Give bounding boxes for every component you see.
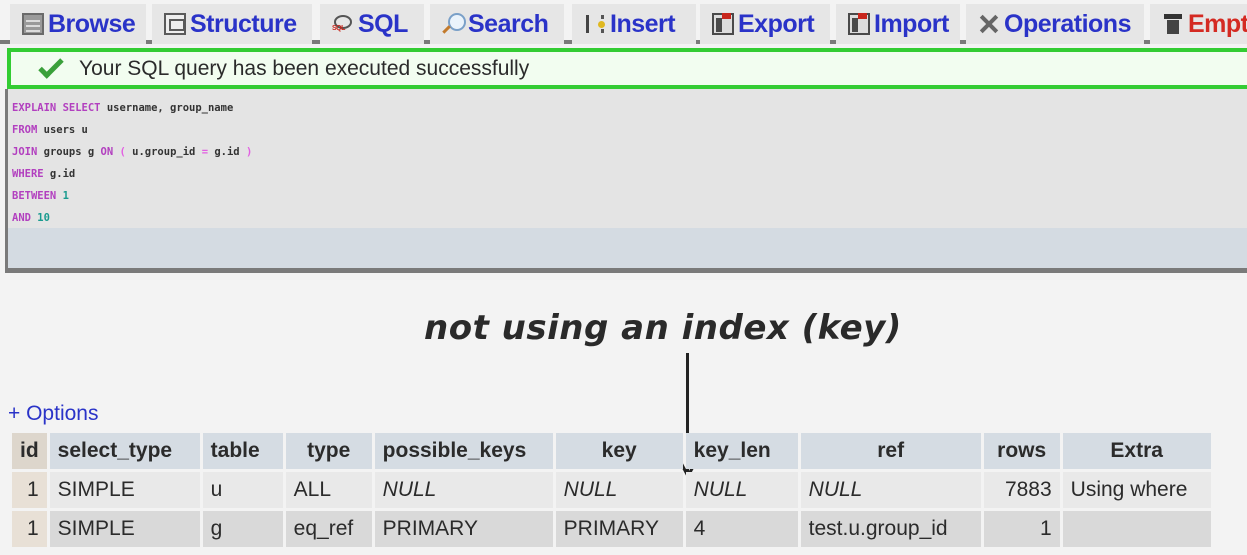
- column-header-id[interactable]: id: [12, 433, 47, 469]
- sql-line: FROM users u: [12, 119, 252, 141]
- sql-line: WHERE g.id: [12, 163, 252, 185]
- tab-operations[interactable]: Operations: [966, 4, 1144, 44]
- column-header-key-len[interactable]: key_len: [685, 433, 798, 469]
- insert-icon: [584, 13, 606, 35]
- search-icon: [442, 13, 466, 35]
- tab-sql[interactable]: SQL: [320, 4, 424, 44]
- cell-table: u: [202, 472, 283, 508]
- structure-icon: [164, 13, 186, 35]
- table-row: 1 SIMPLE g eq_ref PRIMARY PRIMARY 4 test.u.grou…: [12, 511, 1211, 547]
- cell-key: NULL: [555, 472, 683, 508]
- cell-id: 1: [12, 472, 47, 508]
- sql-line: EXPLAIN SELECT username, group_name: [12, 97, 252, 119]
- tab-browse[interactable]: Browse: [10, 4, 146, 44]
- sql-keyword: EXPLAIN SELECT: [12, 102, 101, 114]
- tab-label: Import: [874, 9, 949, 38]
- sql-token: users u: [37, 124, 88, 136]
- column-header-ref[interactable]: ref: [800, 433, 981, 469]
- table-row: 1 SIMPLE u ALL NULL NULL NULL NULL 7883 Using whe…: [12, 472, 1211, 508]
- export-icon: [712, 13, 734, 35]
- sql-token: username, group_name: [100, 102, 234, 114]
- sql-query-box: EXPLAIN SELECT username, group_name FROM …: [5, 89, 1247, 273]
- tab-label: Insert: [610, 9, 676, 38]
- sql-code: EXPLAIN SELECT username, group_name FROM …: [12, 97, 252, 229]
- options-link[interactable]: + Options: [8, 402, 98, 426]
- tab-insert[interactable]: Insert: [572, 4, 696, 44]
- success-message: Your SQL query has been executed success…: [7, 48, 1247, 89]
- tab-search[interactable]: Search: [430, 4, 564, 44]
- cell-rows: 7883: [983, 472, 1060, 508]
- sql-keyword: JOIN: [12, 146, 38, 158]
- cell-key-len: NULL: [685, 472, 798, 508]
- cell-select-type: SIMPLE: [49, 511, 200, 547]
- cell-id: 1: [12, 511, 47, 547]
- sql-number: 10: [30, 212, 50, 224]
- operations-icon: [978, 13, 1000, 35]
- table-header-row: id select_type table type possible_keys …: [12, 433, 1211, 469]
- cell-ref: NULL: [800, 472, 981, 508]
- column-header-key[interactable]: key: [555, 433, 683, 469]
- explain-results-table: id select_type table type possible_keys …: [9, 430, 1214, 550]
- cell-key-len: 4: [685, 511, 798, 547]
- cell-ref: test.u.group_id: [800, 511, 981, 547]
- cell-extra: [1062, 511, 1211, 547]
- sql-keyword: WHERE: [12, 168, 44, 180]
- sql-number: 1: [56, 190, 69, 202]
- column-header-extra[interactable]: Extra: [1062, 433, 1211, 469]
- column-header-table[interactable]: table: [202, 433, 283, 469]
- tab-bar: Browse Structure SQL Search Insert Expor…: [0, 0, 1247, 44]
- success-text: Your SQL query has been executed success…: [79, 56, 530, 80]
- sql-line: JOIN groups g ON ( u.group_id = g.id ): [12, 141, 252, 163]
- tab-label: Browse: [48, 9, 136, 38]
- tab-label: Structure: [190, 9, 297, 38]
- cell-select-type: SIMPLE: [49, 472, 200, 508]
- sql-token: (: [113, 146, 133, 158]
- sql-line: BETWEEN 1: [12, 185, 252, 207]
- cell-possible-keys: NULL: [374, 472, 553, 508]
- sql-keyword: ON: [100, 146, 114, 158]
- tab-empty[interactable]: Empty: [1150, 4, 1247, 44]
- column-header-possible-keys[interactable]: possible_keys: [374, 433, 553, 469]
- sql-box-footer: [8, 228, 1247, 268]
- checkmark-icon: [38, 52, 64, 79]
- tab-export[interactable]: Export: [700, 4, 830, 44]
- tab-label: Empty: [1188, 9, 1247, 38]
- tab-label: Search: [468, 9, 549, 38]
- sql-token: g.id: [208, 146, 246, 158]
- column-header-type[interactable]: type: [285, 433, 372, 469]
- annotation-text: not using an index (key): [424, 308, 902, 348]
- tab-label: Operations: [1004, 9, 1131, 38]
- tab-import[interactable]: Import: [836, 4, 960, 44]
- cell-extra: Using where: [1062, 472, 1211, 508]
- sql-token: g.id: [43, 168, 76, 180]
- cell-rows: 1: [983, 511, 1060, 547]
- cell-table: g: [202, 511, 283, 547]
- cell-type: eq_ref: [285, 511, 372, 547]
- column-header-rows[interactable]: rows: [983, 433, 1060, 469]
- browse-icon: [22, 13, 44, 35]
- sql-keyword: BETWEEN: [12, 190, 57, 202]
- sql-keyword: FROM: [12, 124, 38, 136]
- sql-icon: [332, 13, 354, 35]
- cell-possible-keys: PRIMARY: [374, 511, 553, 547]
- tab-structure[interactable]: Structure: [152, 4, 312, 44]
- cell-key: PRIMARY: [555, 511, 683, 547]
- import-icon: [848, 13, 870, 35]
- column-header-select-type[interactable]: select_type: [49, 433, 200, 469]
- empty-icon: [1162, 13, 1184, 35]
- sql-token: groups g: [37, 146, 101, 158]
- cell-type: ALL: [285, 472, 372, 508]
- sql-line: AND 10: [12, 207, 252, 229]
- sql-token: u.group_id: [132, 146, 202, 158]
- tab-label: Export: [738, 9, 815, 38]
- sql-token: ): [245, 146, 253, 158]
- sql-keyword: AND: [12, 212, 31, 224]
- tab-label: SQL: [358, 9, 408, 38]
